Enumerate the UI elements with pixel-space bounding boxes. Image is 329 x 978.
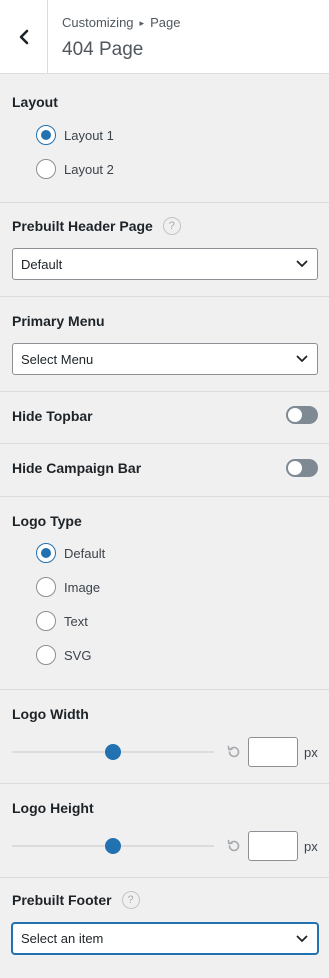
radio-button[interactable] <box>36 577 56 597</box>
radio-button[interactable] <box>36 645 56 665</box>
logo-type-option-text[interactable]: Text <box>36 611 88 631</box>
logo-type-option-image[interactable]: Image <box>36 577 100 597</box>
select-value: Default <box>21 256 63 272</box>
radio-label: SVG <box>64 647 92 663</box>
logo-type-section: Logo Type Default Image Text SVG <box>0 497 329 690</box>
logo-width-unit: px <box>304 745 318 760</box>
radio-label: Text <box>64 613 88 629</box>
radio-label: Default <box>64 545 106 561</box>
layout-section: Layout Layout 1 Layout 2 <box>0 74 329 203</box>
layout-title: Layout <box>12 94 58 110</box>
prebuilt-footer-label: Prebuilt Footer <box>12 892 112 908</box>
prebuilt-header-label: Prebuilt Header Page <box>12 218 153 234</box>
breadcrumb-current: Page <box>150 15 181 30</box>
logo-width-input[interactable] <box>248 737 298 767</box>
breadcrumb-separator: ▸ <box>139 18 145 28</box>
chevron-down-icon <box>296 935 308 942</box>
radio-button[interactable] <box>36 543 56 563</box>
page-title: 404 Page <box>62 39 144 60</box>
breadcrumb: Customizing ▸ Page <box>62 15 180 30</box>
radio-button[interactable] <box>36 159 56 179</box>
logo-height-section: Logo Height px <box>0 784 329 878</box>
radio-label: Layout 1 <box>64 127 114 143</box>
help-icon[interactable]: ? <box>162 217 181 236</box>
prebuilt-footer-title: Prebuilt Footer? <box>12 891 140 910</box>
logo-type-option-default[interactable]: Default <box>36 543 105 563</box>
primary-menu-select[interactable]: Select Menu <box>12 343 318 375</box>
logo-width-slider-thumb[interactable] <box>105 744 121 760</box>
back-button[interactable] <box>0 0 48 73</box>
chevron-down-icon <box>296 355 308 362</box>
prebuilt-footer-section: Prebuilt Footer? Select an item <box>0 878 329 978</box>
hide-topbar-section: Hide Topbar <box>0 392 329 444</box>
primary-menu-title: Primary Menu <box>12 313 105 329</box>
prebuilt-header-select[interactable]: Default <box>12 248 318 280</box>
select-value: Select Menu <box>21 351 94 367</box>
logo-height-slider-thumb[interactable] <box>105 838 121 854</box>
radio-button[interactable] <box>36 125 56 145</box>
prebuilt-header-section: Prebuilt Header Page? Default <box>0 203 329 297</box>
layout-option-2[interactable]: Layout 2 <box>36 159 114 179</box>
hide-campaign-bar-section: Hide Campaign Bar <box>0 444 329 497</box>
radio-label: Layout 2 <box>64 161 114 177</box>
layout-option-1[interactable]: Layout 1 <box>36 125 114 145</box>
chevron-down-icon <box>296 260 308 267</box>
logo-width-section: Logo Width px <box>0 690 329 784</box>
logo-height-title: Logo Height <box>12 800 94 816</box>
prebuilt-header-title: Prebuilt Header Page? <box>12 217 181 236</box>
hide-topbar-title: Hide Topbar <box>12 408 93 424</box>
help-icon[interactable]: ? <box>121 891 140 910</box>
radio-button[interactable] <box>36 611 56 631</box>
hide-campaign-bar-toggle[interactable] <box>286 459 318 477</box>
select-value: Select an item <box>21 931 104 946</box>
radio-label: Image <box>64 579 101 595</box>
logo-width-title: Logo Width <box>12 706 89 722</box>
chevron-left-icon <box>19 29 28 44</box>
customizer-header: Customizing ▸ Page 404 Page <box>0 0 329 74</box>
hide-topbar-toggle[interactable] <box>286 406 318 424</box>
reset-icon[interactable] <box>226 838 242 854</box>
logo-height-unit: px <box>304 839 318 854</box>
logo-height-input[interactable] <box>248 831 298 861</box>
reset-icon[interactable] <box>226 744 242 760</box>
hide-campaign-bar-title: Hide Campaign Bar <box>12 460 142 476</box>
logo-type-title: Logo Type <box>12 513 82 529</box>
logo-type-option-svg[interactable]: SVG <box>36 645 91 665</box>
prebuilt-footer-select[interactable]: Select an item <box>12 923 318 954</box>
primary-menu-section: Primary Menu Select Menu <box>0 297 329 392</box>
breadcrumb-parent: Customizing <box>62 15 134 30</box>
